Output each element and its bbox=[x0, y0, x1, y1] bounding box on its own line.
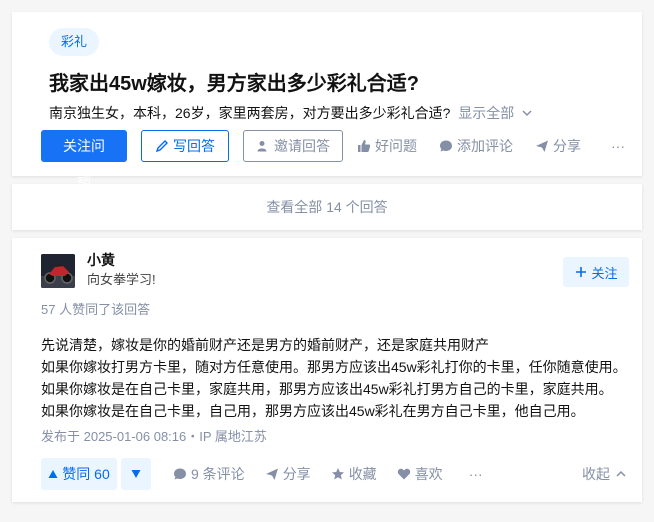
share-icon bbox=[535, 139, 549, 153]
author-name[interactable]: 小黄 bbox=[87, 250, 115, 270]
share-question-label: 分享 bbox=[553, 138, 581, 154]
upvote-label: 赞同 60 bbox=[62, 466, 110, 482]
person-add-icon bbox=[256, 139, 270, 153]
more-options-button[interactable]: ··· bbox=[611, 130, 625, 162]
publish-time[interactable]: 发布于 2025-01-06 08:16・IP 属地江苏 bbox=[41, 427, 267, 447]
answer-paragraph: 如果你嫁妆是在自己卡里，家庭共用，那男方应该出45w彩礼打男方自己的卡里，家庭共… bbox=[41, 381, 613, 397]
comment-icon bbox=[173, 467, 187, 481]
answer-paragraph: 先说清楚，嫁妆是你的婚前财产还是男方的婚前财产，还是家庭共用财产 bbox=[41, 337, 489, 353]
invite-answer-button[interactable]: 邀请回答 bbox=[243, 130, 343, 162]
share-question-button[interactable]: 分享 bbox=[535, 130, 581, 162]
collapse-label: 收起 bbox=[582, 466, 610, 482]
write-answer-button[interactable]: 写回答 bbox=[141, 130, 229, 162]
like-button[interactable]: 喜欢 bbox=[397, 464, 443, 484]
view-all-answers-card: 查看全部 14 个回答 bbox=[12, 184, 642, 230]
add-comment-label: 添加评论 bbox=[457, 138, 513, 154]
downvote-button[interactable] bbox=[121, 458, 151, 490]
favorite-label: 收藏 bbox=[348, 466, 377, 482]
comments-button[interactable]: 9 条评论 bbox=[173, 464, 245, 484]
answer-paragraph: 如果你嫁妆打男方卡里，随对方任意使用。那男方应该出45w彩礼打你的卡里，任你随意… bbox=[41, 359, 627, 375]
invite-answer-label: 邀请回答 bbox=[274, 138, 330, 154]
view-all-answers-link[interactable]: 查看全部 14 个回答 bbox=[12, 184, 642, 230]
like-label: 喜欢 bbox=[414, 466, 443, 482]
star-icon bbox=[331, 467, 345, 481]
answer-paragraph: 如果你嫁妆是在自己卡里，自己用，那男方应该出45w彩礼在男方自己卡里，他自己用。 bbox=[41, 403, 585, 419]
question-actions: 关注问题 写回答 邀请回答 好问题 添加评论 分享 ··· bbox=[41, 130, 625, 186]
follow-author-button[interactable]: 关注 bbox=[563, 257, 629, 287]
favorite-button[interactable]: 收藏 bbox=[331, 464, 377, 484]
chevron-up-icon bbox=[614, 467, 628, 481]
plus-icon bbox=[574, 265, 588, 279]
show-all-button[interactable]: 显示全部 bbox=[458, 105, 534, 121]
triangle-down-icon bbox=[131, 469, 141, 479]
share-answer-button[interactable]: 分享 bbox=[265, 464, 311, 484]
question-detail-text: 南京独生女，本科，26岁，家里两套房，对方要出多少彩礼合适? bbox=[49, 105, 451, 121]
topic-tag[interactable]: 彩礼 bbox=[49, 28, 100, 56]
add-comment-button[interactable]: 添加评论 bbox=[439, 130, 513, 162]
follow-author-label: 关注 bbox=[591, 265, 618, 281]
share-answer-label: 分享 bbox=[282, 466, 311, 482]
follow-question-button[interactable]: 关注问题 bbox=[41, 130, 127, 186]
show-all-label: 显示全部 bbox=[458, 105, 515, 121]
good-question-button[interactable]: 好问题 bbox=[357, 130, 417, 162]
good-question-label: 好问题 bbox=[375, 138, 417, 154]
answer-card: 小黄 向女拳学习! 关注 57 人赞同了该回答 先说清楚，嫁妆是你的婚前财产还是… bbox=[12, 238, 642, 502]
question-detail: 南京独生女，本科，26岁，家里两套房，对方要出多少彩礼合适? 显示全部 bbox=[49, 102, 534, 124]
thumbs-up-icon bbox=[357, 139, 371, 153]
more-answer-options-button[interactable]: ··· bbox=[469, 466, 483, 482]
avatar[interactable] bbox=[41, 254, 75, 288]
comment-icon bbox=[439, 139, 453, 153]
collapse-button[interactable]: 收起 bbox=[582, 458, 628, 490]
answer-content: 先说清楚，嫁妆是你的婚前财产还是男方的婚前财产，还是家庭共用财产 如果你嫁妆打男… bbox=[41, 334, 627, 422]
pencil-icon bbox=[155, 139, 169, 153]
question-title[interactable]: 我家出45w嫁妆，男方家出多少彩礼合适? bbox=[49, 70, 419, 98]
chevron-down-icon bbox=[520, 106, 534, 120]
comments-label: 9 条评论 bbox=[191, 466, 245, 482]
triangle-up-icon bbox=[48, 469, 58, 479]
share-icon bbox=[265, 467, 279, 481]
question-card: 彩礼 我家出45w嫁妆，男方家出多少彩礼合适? 南京独生女，本科，26岁，家里两… bbox=[12, 12, 642, 186]
upvote-button[interactable]: 赞同 60 bbox=[41, 458, 117, 490]
author-bio: 向女拳学习! bbox=[87, 272, 156, 287]
answer-actions: 赞同 60 9 条评论 分享 收藏 喜欢 ··· bbox=[41, 458, 483, 490]
write-answer-label: 写回答 bbox=[173, 138, 215, 154]
heart-icon bbox=[397, 467, 411, 481]
vote-summary[interactable]: 57 人赞同了该回答 bbox=[41, 300, 150, 320]
